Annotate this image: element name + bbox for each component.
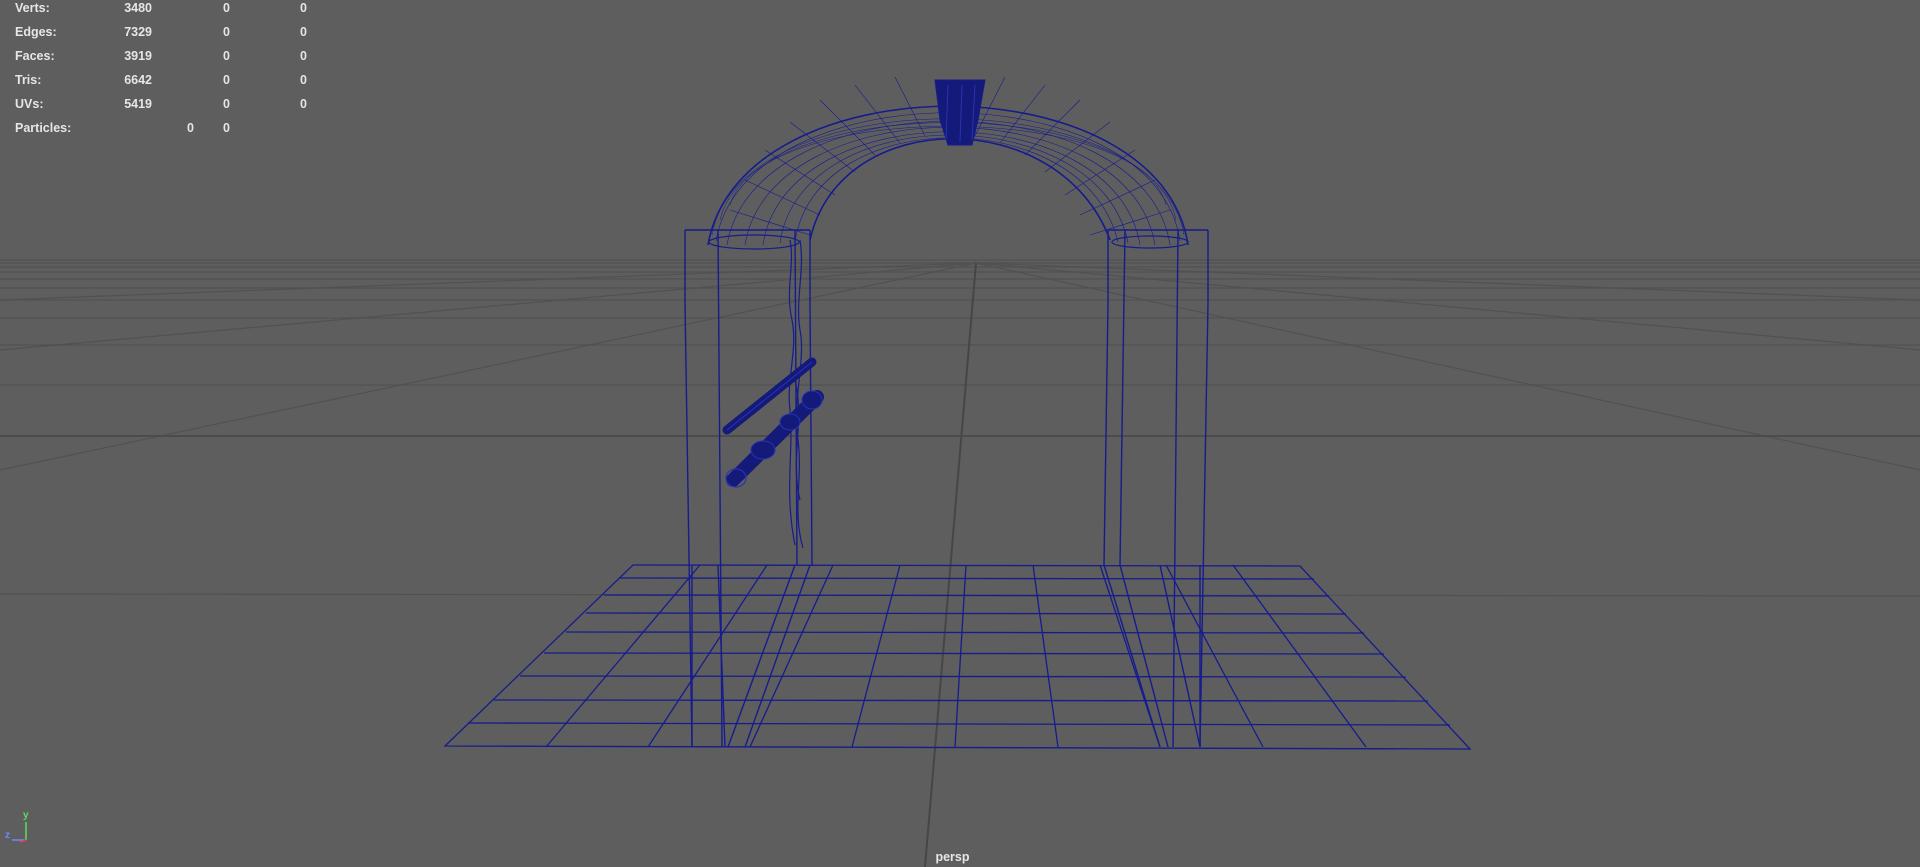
- 3d-viewport[interactable]: [0, 0, 1920, 867]
- hud-components: 0: [300, 97, 307, 111]
- axis-z-label: z: [5, 830, 10, 841]
- hud-components: 0: [300, 49, 307, 63]
- hud-total: 3919: [124, 49, 152, 63]
- axis-y-label: y: [23, 810, 29, 821]
- hud-label: Tris:: [15, 73, 42, 87]
- hud-selected: 0: [223, 73, 230, 87]
- hud-total: 7329: [124, 25, 152, 39]
- hud-selected: 0: [223, 121, 230, 135]
- hud-components: 0: [300, 73, 307, 87]
- hud-total: 3480: [124, 1, 152, 15]
- hud-label: UVs:: [15, 97, 44, 111]
- hud-label: Particles:: [15, 121, 72, 135]
- hud-label: Edges:: [15, 25, 57, 39]
- hud-label: Faces:: [15, 49, 55, 63]
- hud-selected: 0: [223, 25, 230, 39]
- hud-label: Verts:: [15, 1, 50, 15]
- hud-selected: 0: [223, 49, 230, 63]
- hud-total: 5419: [124, 97, 152, 111]
- hud-selected: 0: [223, 1, 230, 15]
- hud-total: 6642: [124, 73, 152, 87]
- hud-total: 0: [187, 121, 194, 135]
- hud-components: 0: [300, 25, 307, 39]
- hud-selected: 0: [223, 97, 230, 111]
- hud-components: 0: [300, 1, 307, 15]
- camera-name-label: persp: [935, 850, 970, 864]
